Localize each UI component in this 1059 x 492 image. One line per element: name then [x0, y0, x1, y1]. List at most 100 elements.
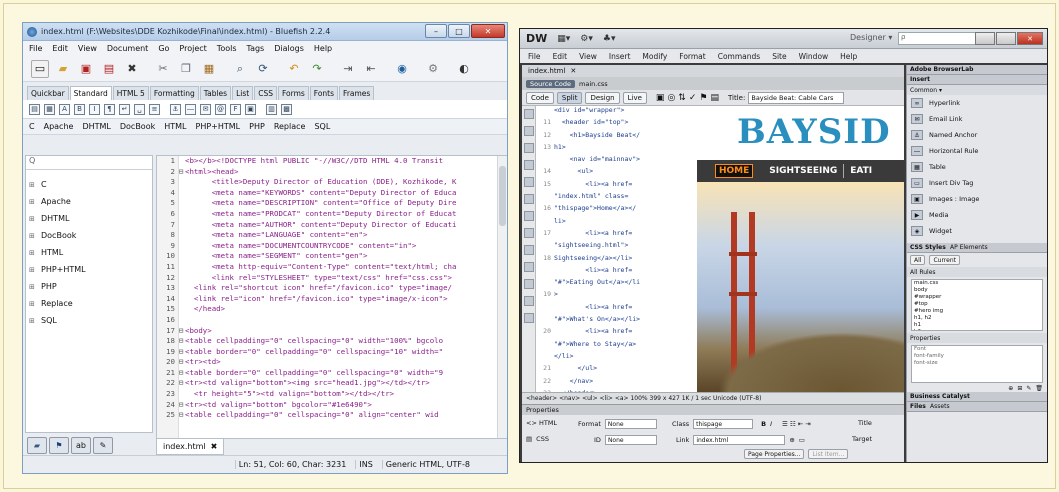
menu-go[interactable]: Go [158, 44, 169, 53]
bold-button[interactable]: B [761, 420, 766, 428]
line-numbers-icon[interactable] [524, 211, 534, 221]
point-to-file-icon[interactable]: ⊕ [789, 436, 794, 444]
fold-toggle[interactable] [177, 273, 185, 284]
close-tab-icon[interactable]: ✖ [211, 442, 218, 451]
save-icon[interactable]: ▣ [77, 60, 95, 78]
paragraph-icon[interactable]: ¶ [104, 103, 115, 115]
browser-check-icon[interactable]: ⚑ [699, 93, 707, 103]
dw-code-line[interactable]: 18 Sightseeing</a></li> [536, 254, 683, 266]
find-icon[interactable]: ⌕ [231, 60, 249, 78]
code-line[interactable]: 14 <link rel="icon" href="/favicon.ico" … [157, 294, 507, 305]
code-line[interactable]: 9 <meta name="DOCUMENTCOUNTRYCODE" conte… [157, 241, 507, 252]
nav-eating-link[interactable]: EATI [850, 166, 872, 176]
syntax-error-icon[interactable] [524, 245, 534, 255]
edit-rule-icon[interactable]: ✎ [1026, 385, 1031, 392]
link-input[interactable]: index.html [693, 435, 786, 445]
multiscreen-icon[interactable]: ▣ [656, 93, 665, 103]
insert-email-link[interactable]: ✉ Email Link [907, 111, 1047, 127]
code-line[interactable]: 24 ⊟ <tr><td valign="bottom" bgcolor="#1e6… [157, 400, 507, 411]
code-line[interactable]: 3 <title>Deputy Director of Education (D… [157, 177, 507, 188]
align-icon[interactable]: ≡ [149, 103, 160, 115]
quickstart-icon[interactable]: ▤ [29, 103, 40, 115]
nbsp-icon[interactable]: ␣ [134, 103, 145, 115]
file-management-icon[interactable]: ⇅ [678, 93, 686, 103]
fold-toggle[interactable]: ⊟ [177, 410, 185, 421]
bold-icon[interactable]: B [74, 103, 85, 115]
fold-toggle[interactable] [177, 262, 185, 273]
insert-named-anchor[interactable]: ⚓ Named Anchor [907, 127, 1047, 143]
code-line[interactable]: 22 ⊟ <tr><td valign="bottom"><img src="hea… [157, 378, 507, 389]
insert-media[interactable]: ▶ Media [907, 207, 1047, 223]
menu-project[interactable]: Project [179, 44, 206, 53]
code-line[interactable]: 20 ⊟ <tr><td> [157, 357, 507, 368]
menu-document[interactable]: Document [107, 44, 148, 53]
css-all-button[interactable]: All [910, 255, 926, 265]
scroll-thumb[interactable] [499, 166, 506, 226]
tree-item-php-html[interactable]: ⊞ PHP+HTML [26, 261, 152, 278]
rule-item[interactable]: body [914, 287, 1042, 294]
code-line[interactable]: 15 </head> [157, 304, 507, 315]
dw-close-tab-icon[interactable]: ✕ [570, 67, 576, 75]
fold-toggle[interactable]: ⊟ [177, 357, 185, 368]
anchor-icon[interactable]: A [59, 103, 70, 115]
dw-code-line[interactable]: 13 h1> [536, 143, 683, 155]
tab-frames[interactable]: Frames [339, 86, 375, 100]
open-folder-icon[interactable]: ▰ [54, 60, 72, 78]
code-line[interactable]: 8 <meta name="LANGUAGE" content="en"> [157, 230, 507, 241]
dw-code-line[interactable]: </li> [536, 352, 683, 364]
tab-formatting[interactable]: Formatting [149, 86, 199, 100]
fold-toggle[interactable] [177, 283, 185, 294]
globe-icon[interactable]: ◉ [393, 60, 411, 78]
css-properties-list[interactable]: Font font-family font-size [911, 345, 1043, 383]
new-file-icon[interactable]: ▭ [31, 59, 49, 78]
dw-code-line[interactable]: 20 <li><a href= [536, 327, 683, 339]
code-line[interactable]: 17 ⊟ <body> [157, 326, 507, 337]
dw-design-pane[interactable]: BAYSID HOME SIGHTSEEING EATI [683, 106, 904, 392]
body-icon[interactable]: ▦ [44, 103, 55, 115]
rule-item[interactable]: main.css [914, 280, 1042, 287]
code-line[interactable]: 1 <b></b><!DOCTYPE html PUBLIC "-//W3C//D… [157, 156, 507, 167]
image-icon[interactable]: ▣ [245, 103, 256, 115]
fold-toggle[interactable] [177, 389, 185, 400]
preview-browser-icon[interactable]: ◎ [667, 93, 675, 103]
apply-comment-icon[interactable] [524, 262, 534, 272]
menu-edit[interactable]: Edit [52, 44, 68, 53]
insert-table[interactable]: ▦ Table [907, 159, 1047, 175]
dw-code-line[interactable]: 12 <h1>Bayside Beat</ [536, 131, 683, 143]
code-line[interactable]: 13 <link rel="shortcut icon" href="/favi… [157, 283, 507, 294]
code-line[interactable]: 23 <tr height="5"><td valign="bottom"></… [157, 389, 507, 400]
dw-code-line[interactable]: <li><a href= [536, 303, 683, 315]
recent-snippets-icon[interactable] [524, 313, 534, 323]
insert-widget[interactable]: ◈ Widget [907, 223, 1047, 239]
undo-icon[interactable]: ↶ [285, 60, 303, 78]
email-icon[interactable]: @ [215, 103, 226, 115]
balance-braces-icon[interactable] [524, 194, 534, 204]
code-line[interactable]: 19 ⊟ <table border="0" cellpadding="0" cel… [157, 347, 507, 358]
tab-tables[interactable]: Tables [199, 86, 232, 100]
fold-toggle[interactable] [177, 315, 185, 326]
code-line[interactable]: 7 <meta name="AUTHOR" content="Deputy Di… [157, 220, 507, 231]
files-tab[interactable]: Files [910, 403, 926, 410]
insert-hyperlink[interactable]: ∞ Hyperlink [907, 95, 1047, 111]
italic-icon[interactable]: I [89, 103, 100, 115]
dw-maximize-button[interactable]: □ [996, 32, 1016, 45]
menu-dialogs[interactable]: Dialogs [274, 44, 304, 53]
prop-row[interactable]: font-size [914, 360, 1042, 367]
assets-tab[interactable]: Assets [930, 403, 950, 410]
fold-toggle[interactable] [177, 220, 185, 231]
document-tab[interactable]: index.html ✖ [156, 439, 225, 455]
dw-menu-window[interactable]: Window [799, 52, 829, 61]
tree-item-apache[interactable]: ⊞ Apache [26, 193, 152, 210]
tree-item-php[interactable]: ⊞ PHP [26, 278, 152, 295]
replace-icon[interactable]: ⟳ [254, 60, 272, 78]
multi-thumbnail-icon[interactable]: ▩ [281, 103, 292, 115]
fold-toggle[interactable] [177, 198, 185, 209]
dw-menu-file[interactable]: File [528, 52, 541, 61]
browse-folder-icon[interactable]: ▭ [799, 436, 805, 444]
tree-item-dhtml[interactable]: ⊞ DHTML [26, 210, 152, 227]
css-current-button[interactable]: Current [929, 255, 960, 265]
lang-php[interactable]: PHP [249, 122, 265, 131]
insert-image[interactable]: ▣ Images : Image [907, 191, 1047, 207]
tab-standard[interactable]: Standard [69, 86, 112, 100]
fold-toggle[interactable] [177, 241, 185, 252]
